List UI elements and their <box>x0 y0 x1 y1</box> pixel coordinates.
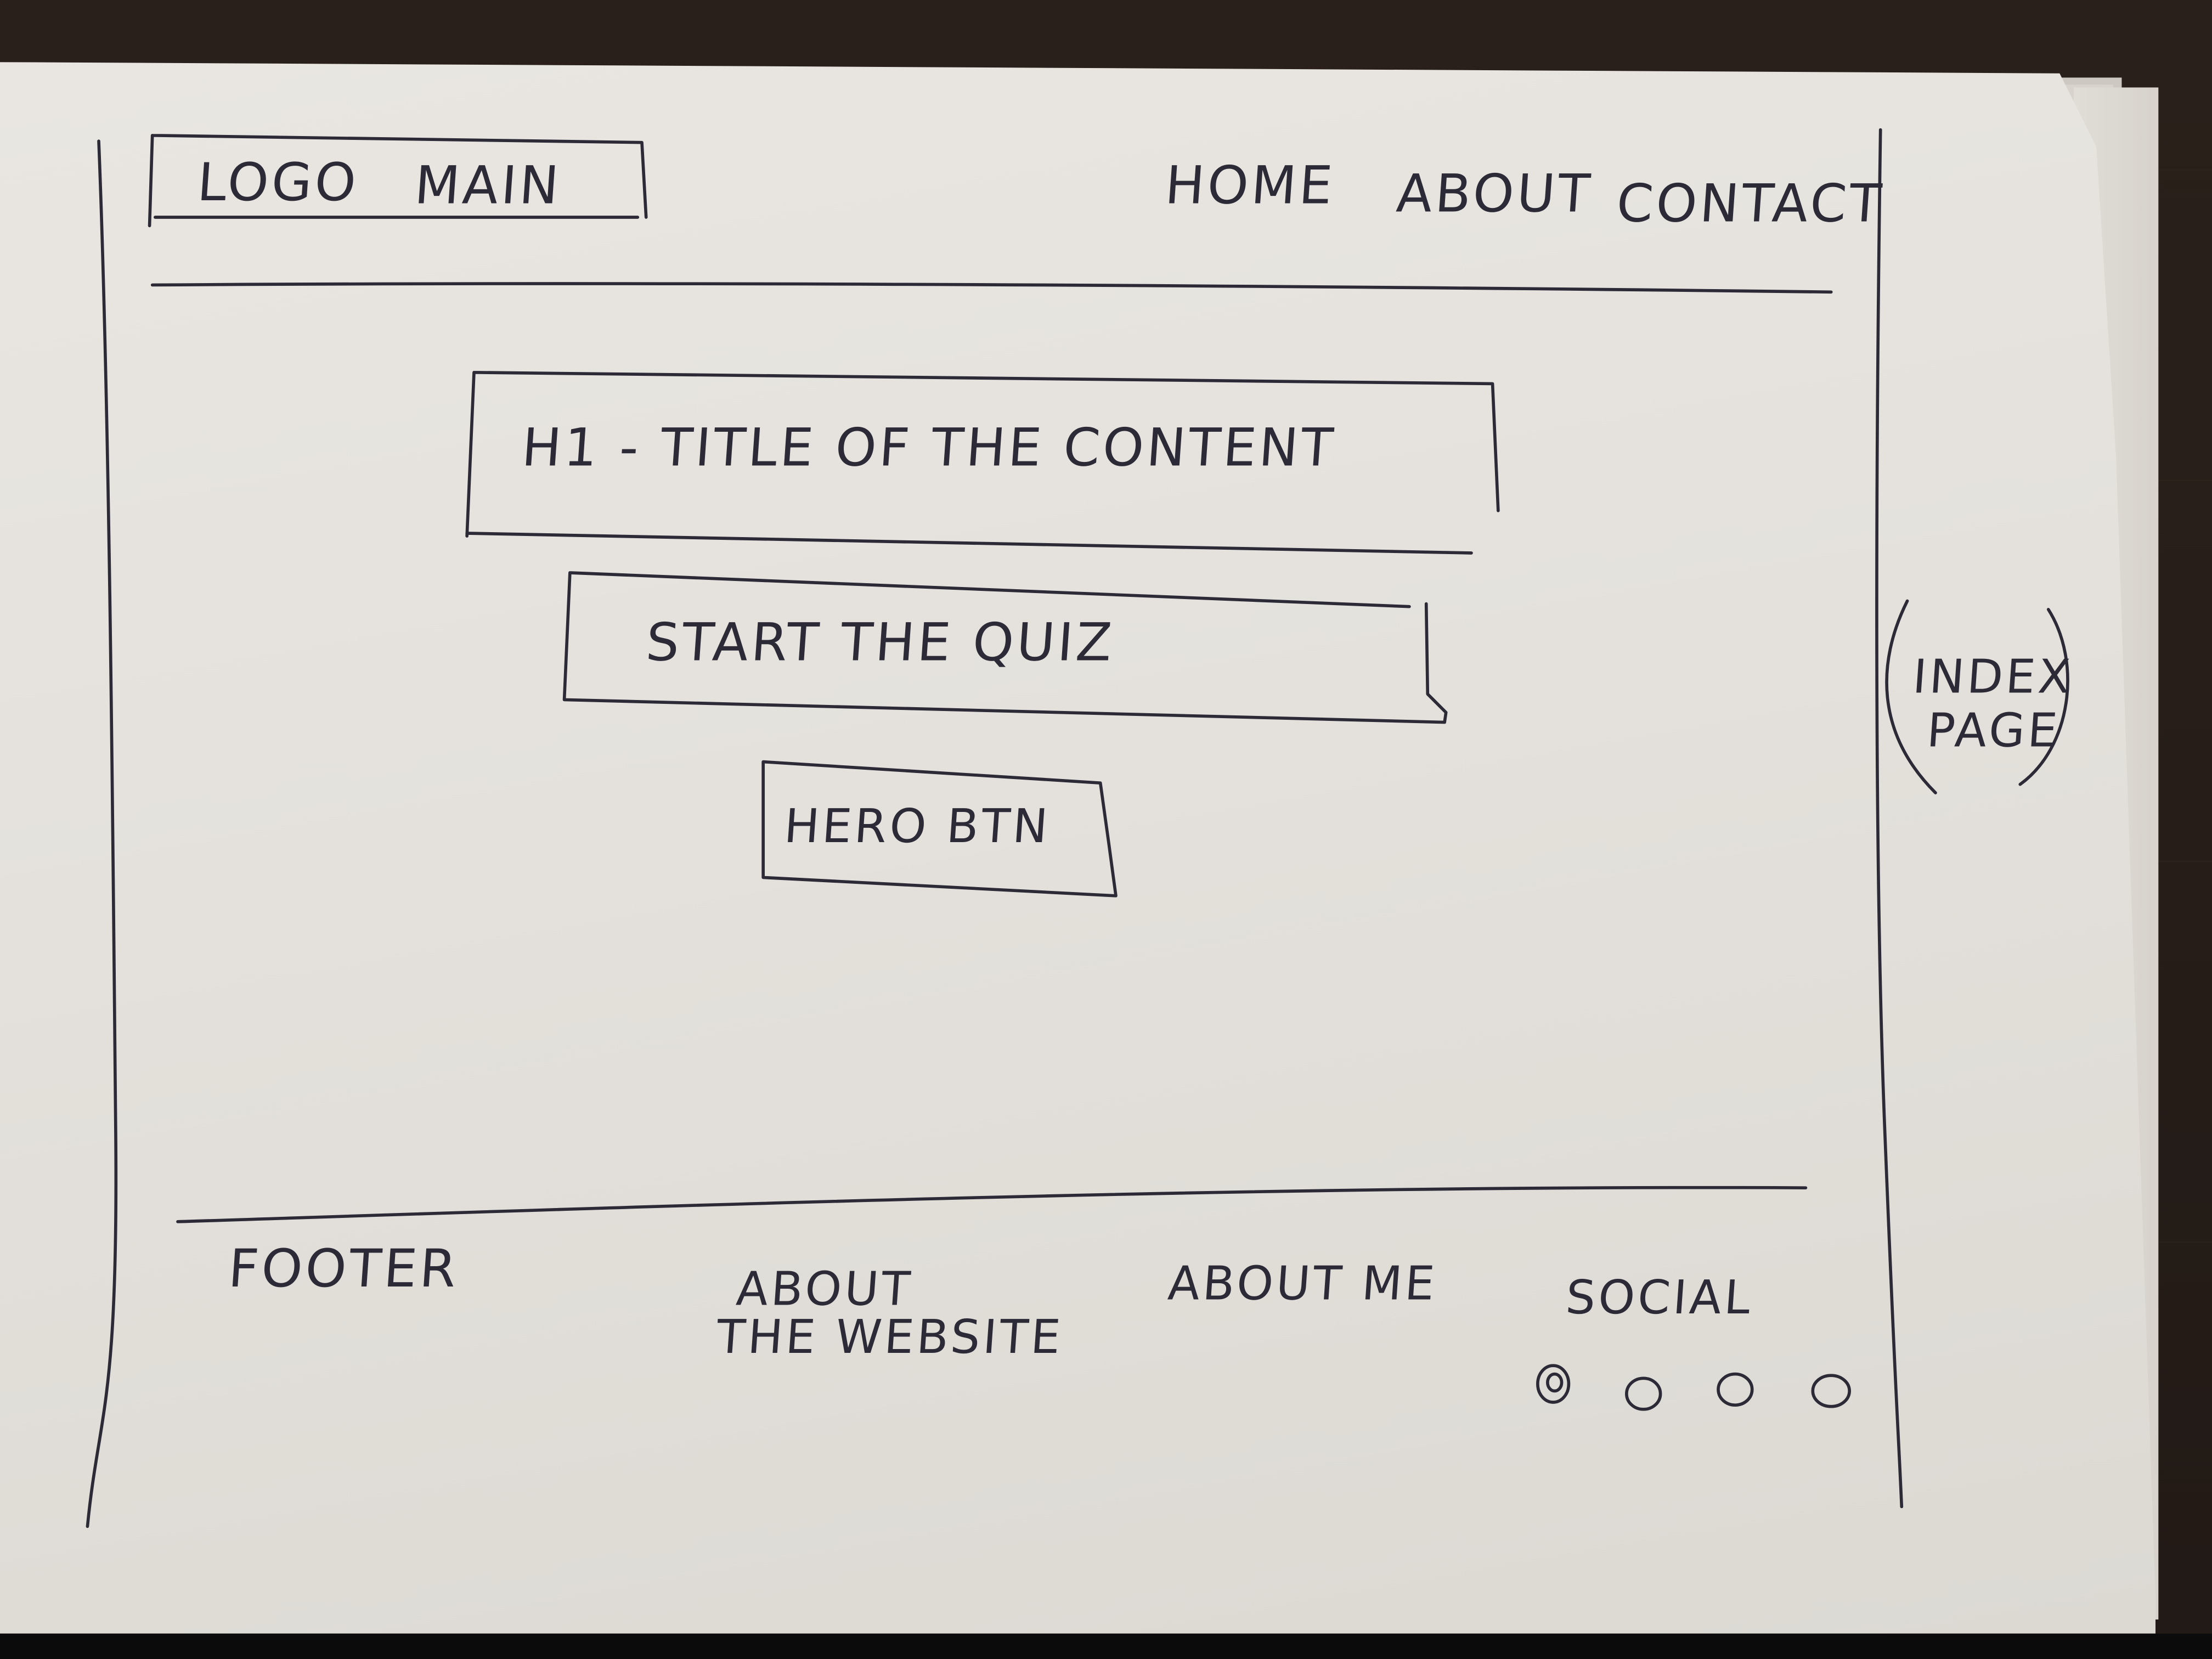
footer-about-website-line2[interactable]: THE WEBSITE <box>715 1309 1065 1364</box>
hero-title: H1 - TITLE OF THE CONTENT <box>520 417 1338 478</box>
nav-contact[interactable]: CONTACT <box>1615 173 1886 234</box>
hero-subtitle: START THE QUIZ <box>644 612 1117 673</box>
circle-icon <box>1717 1372 1754 1407</box>
annotation-line2: PAGE <box>1925 702 2062 758</box>
photo: LOGO MAIN HOME ABOUT CONTACT H1 - TITLE … <box>0 0 2212 1659</box>
nav-home[interactable]: HOME <box>1163 155 1337 216</box>
annotation-line1: INDEX <box>1911 648 2075 704</box>
footer-about-me[interactable]: ABOUT ME <box>1166 1256 1439 1311</box>
nav-about[interactable]: ABOUT <box>1395 163 1595 224</box>
circle-icon <box>1536 1364 1571 1404</box>
wireframe-lines <box>86 128 2069 1528</box>
footer-social: SOCIAL <box>1564 1269 1756 1325</box>
frame-left-line <box>86 139 118 1528</box>
logo-label: LOGO <box>195 152 361 213</box>
hero-button[interactable]: HERO BTN <box>782 798 1052 853</box>
circle-icon <box>1546 1372 1564 1393</box>
footer-divider <box>176 1186 1808 1223</box>
social-icons <box>1536 1364 1851 1411</box>
main-label: MAIN <box>413 155 564 216</box>
header-divider <box>150 282 1833 294</box>
frame-right-line <box>1875 128 1904 1509</box>
footer-label: FOOTER <box>226 1238 461 1300</box>
circle-icon <box>1811 1374 1851 1408</box>
circle-icon <box>1625 1376 1662 1411</box>
footer-about-website-line1[interactable]: ABOUT <box>735 1261 915 1316</box>
